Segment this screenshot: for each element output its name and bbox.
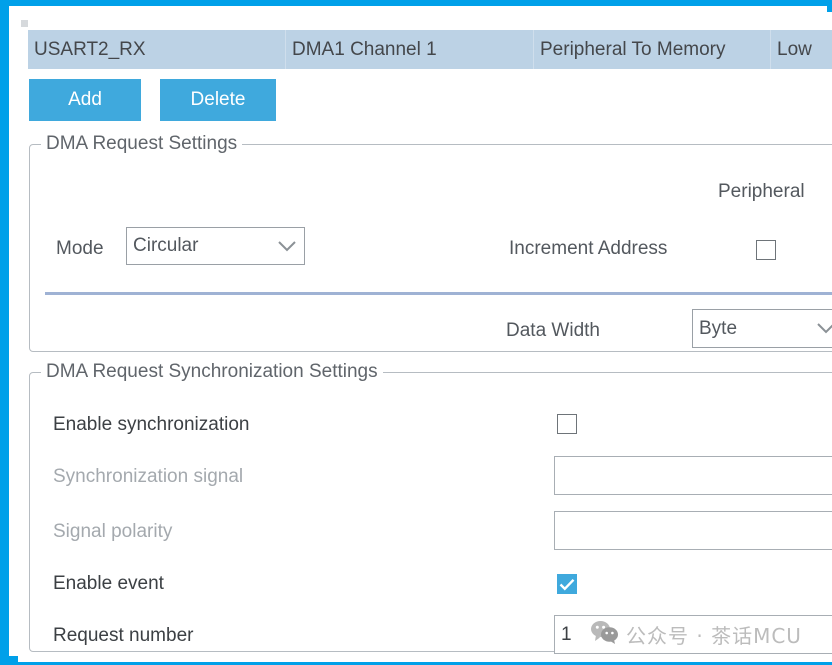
peripheral-column-label: Peripheral (718, 181, 805, 203)
mode-select-value: Circular (127, 235, 270, 257)
data-width-label: Data Width (506, 320, 600, 342)
chevron-down-icon (809, 323, 832, 334)
dma-sync-settings-title: DMA Request Synchronization Settings (41, 361, 383, 383)
settings-divider (45, 292, 832, 295)
table-toolbar: Add Delete (29, 79, 429, 125)
table-header-stub (21, 20, 28, 27)
table-cell-priority[interactable]: Low (771, 30, 832, 69)
table-cell-direction[interactable]: Peripheral To Memory (534, 30, 771, 69)
table-row[interactable]: USART2_RX DMA1 Channel 1 Peripheral To M… (28, 30, 832, 69)
synchronization-signal-field[interactable] (554, 456, 832, 495)
delete-button[interactable]: Delete (160, 79, 276, 121)
dma-request-table: USART2_RX DMA1 Channel 1 Peripheral To M… (18, 12, 832, 69)
window-surface: USART2_RX DMA1 Channel 1 Peripheral To M… (18, 12, 832, 662)
table-cell-request[interactable]: USART2_RX (28, 30, 286, 69)
mode-label: Mode (56, 238, 104, 260)
enable-synchronization-label: Enable synchronization (53, 414, 249, 436)
request-number-label: Request number (53, 625, 193, 647)
enable-event-label: Enable event (53, 573, 164, 595)
add-button[interactable]: Add (29, 79, 141, 121)
enable-synchronization-checkbox[interactable] (557, 414, 577, 434)
dma-request-settings-group: DMA Request Settings Peripheral Mode Cir… (29, 144, 832, 352)
increment-address-label: Increment Address (509, 238, 667, 260)
data-width-select-value: Byte (693, 318, 809, 340)
signal-polarity-field[interactable] (554, 511, 832, 550)
table-cell-channel[interactable]: DMA1 Channel 1 (286, 30, 534, 69)
enable-event-checkbox[interactable] (557, 574, 577, 594)
increment-address-checkbox[interactable] (756, 240, 776, 260)
check-icon (559, 578, 575, 591)
signal-polarity-label: Signal polarity (53, 521, 172, 543)
chevron-down-icon (270, 241, 304, 252)
dma-configuration-window: USART2_RX DMA1 Channel 1 Peripheral To M… (0, 0, 832, 665)
dma-request-settings-title: DMA Request Settings (41, 133, 242, 155)
synchronization-signal-label: Synchronization signal (53, 466, 243, 488)
request-number-field[interactable]: 1 (554, 615, 832, 654)
dma-sync-settings-group: DMA Request Synchronization Settings Ena… (29, 372, 832, 652)
mode-select[interactable]: Circular (126, 227, 305, 265)
data-width-select[interactable]: Byte (692, 309, 832, 348)
